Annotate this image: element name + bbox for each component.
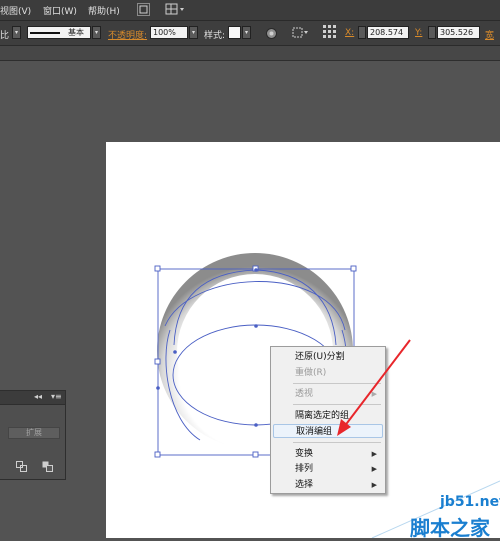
watermark-corner-icon <box>371 480 500 538</box>
watermark-site: jb51.net <box>440 494 500 510</box>
watermark: jb51.net 脚本之家 <box>0 0 500 540</box>
watermark-name: 脚本之家 <box>410 516 490 540</box>
